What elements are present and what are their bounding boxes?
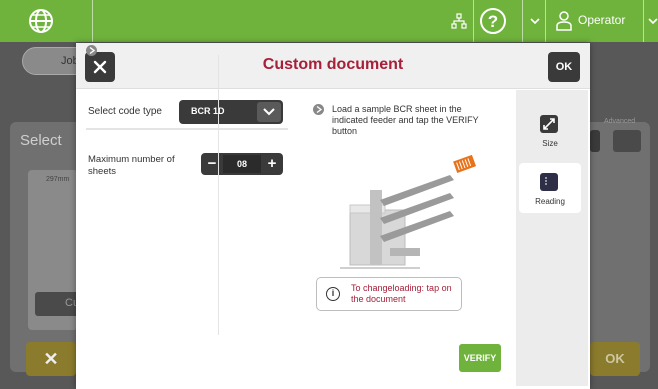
user-label[interactable]: Operator: [578, 13, 625, 27]
divider: [86, 128, 288, 130]
chevron-down-icon: [263, 108, 275, 116]
verify-button[interactable]: VERIFY: [459, 344, 501, 372]
arrow-right-icon: [86, 45, 97, 56]
code-type-label: Select code type: [88, 106, 162, 117]
globe-icon[interactable]: [26, 6, 56, 36]
background-advanced-label: Advanced: [604, 118, 636, 125]
increment-button[interactable]: +: [261, 153, 283, 175]
chevron-down-icon[interactable]: [645, 13, 658, 29]
feeder-illustration[interactable]: [330, 150, 480, 275]
tab-label: Reading: [535, 197, 565, 206]
arrow-right-icon: [313, 104, 324, 115]
decrement-button[interactable]: −: [201, 153, 223, 175]
tab-size[interactable]: Size: [519, 105, 581, 155]
max-sheets-stepper: − 08 +: [201, 153, 283, 175]
background-ok-button: OK: [590, 342, 640, 376]
top-bar: ? Operator: [0, 0, 658, 42]
code-type-dropdown-button[interactable]: [257, 102, 281, 122]
network-icon[interactable]: [451, 13, 467, 29]
divider: [473, 0, 474, 42]
background-toggle: [590, 130, 600, 152]
svg-text:?: ?: [488, 12, 498, 31]
user-icon[interactable]: [555, 10, 573, 32]
settings-column: Select code type BCR 1D Maximum number o…: [76, 90, 294, 389]
tab-label: Size: [542, 139, 558, 148]
background-card-button: Cu: [35, 292, 79, 316]
divider: [545, 0, 546, 42]
dialog-title: Custom document: [262, 56, 404, 73]
background-cancel-button: ✕: [26, 342, 76, 376]
divider: [643, 0, 644, 42]
max-sheets-value[interactable]: 08: [223, 155, 261, 173]
ok-button[interactable]: OK: [548, 52, 580, 82]
info-icon: i: [326, 287, 340, 301]
divider: [218, 55, 219, 335]
document-icon: [540, 173, 558, 191]
dialog-header: Custom document OK: [76, 43, 590, 89]
code-type-select[interactable]: BCR 1D: [179, 100, 283, 124]
background-panel-title: Select: [20, 132, 62, 149]
tab-reading[interactable]: Reading: [519, 163, 581, 213]
max-sheets-label: Maximum number of sheets: [88, 154, 175, 177]
loading-note-text: To changeloading: tap on the document: [351, 283, 452, 304]
divider: [522, 0, 523, 42]
help-icon[interactable]: ?: [479, 7, 507, 35]
instruction-text: Load a sample BCR sheet in the indicated…: [332, 104, 479, 136]
resize-icon: [540, 115, 558, 133]
chevron-down-icon[interactable]: [527, 13, 543, 29]
background-card-label: 297mm: [46, 176, 70, 183]
background-advanced-button: [613, 130, 641, 152]
code-type-value: BCR 1D: [191, 106, 225, 116]
loading-note[interactable]: i To changeloading: tap on the document: [316, 277, 462, 311]
sample-sheet-icon: [453, 154, 477, 173]
divider: [92, 0, 93, 42]
